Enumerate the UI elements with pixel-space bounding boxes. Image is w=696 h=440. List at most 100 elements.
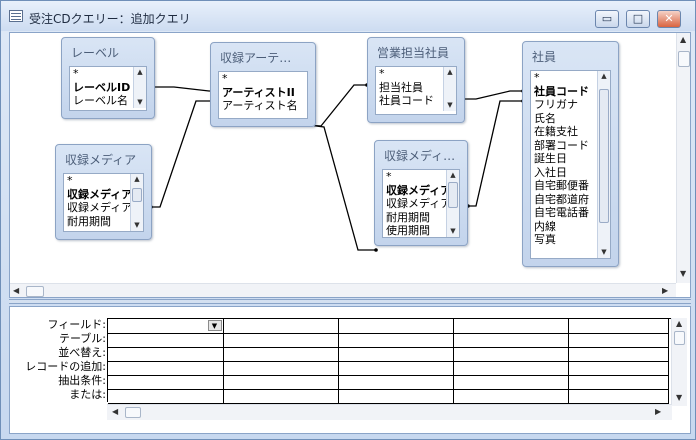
grid-cell[interactable]: [223, 389, 339, 404]
grid-cell[interactable]: [223, 333, 339, 348]
title-bar[interactable]: 受注CDクエリー：追加クエリ ▭ □ ✕: [1, 1, 695, 31]
grid-cell-field[interactable]: ▼: [108, 319, 224, 334]
field-item[interactable]: *: [219, 72, 307, 86]
scroll-thumb[interactable]: [448, 182, 458, 208]
grid-row-sort: [108, 347, 669, 362]
grid-cell-field[interactable]: [453, 319, 569, 334]
table-artist-title[interactable]: 収録アーテ…: [211, 43, 315, 69]
grid-cell-field[interactable]: [223, 319, 339, 334]
scroll-thumb[interactable]: [674, 331, 685, 345]
table-media-right-title[interactable]: 収録メディ…: [375, 141, 467, 167]
field-item[interactable]: アーティスト名: [219, 99, 307, 113]
grid-cell[interactable]: [453, 333, 569, 348]
scroll-thumb[interactable]: [26, 286, 44, 297]
grid-cell-field[interactable]: [338, 319, 454, 334]
field-list-scrollbar[interactable]: ▲ ▼: [597, 71, 610, 258]
field-item-primary-key[interactable]: アーティストII: [219, 86, 307, 100]
minimize-button[interactable]: ▭: [595, 10, 619, 28]
scroll-down-arrow-icon[interactable]: ▼: [447, 226, 459, 237]
scroll-down-arrow-icon[interactable]: ▼: [134, 97, 146, 108]
design-grid-pane[interactable]: フィールド: テーブル: 並べ替え: レコードの追加: 抽出条件: または: ▼: [9, 306, 691, 434]
table-media-left-field-list[interactable]: * 収録メディア 収録メディア 耐用期間 ▲ ▼: [63, 173, 144, 232]
maximize-button[interactable]: □: [626, 10, 650, 28]
scroll-up-arrow-icon[interactable]: ▲: [676, 319, 682, 328]
grid-vertical-scrollbar[interactable]: ▲ ▼: [671, 318, 687, 406]
scroll-left-arrow-icon[interactable]: ◀: [112, 407, 118, 416]
grid-cell[interactable]: [338, 347, 454, 362]
close-button[interactable]: ✕: [657, 10, 681, 28]
grid-cell[interactable]: [108, 333, 224, 348]
pane-splitter[interactable]: [9, 299, 691, 304]
table-sales-staff-title[interactable]: 営業担当社員: [368, 38, 464, 64]
grid-cell[interactable]: [568, 333, 669, 348]
table-media-right-field-list[interactable]: * 収録メディア 収録メディア 耐用期間 使用期間 ▲ ▼: [382, 169, 460, 238]
table-sales-staff-field-list[interactable]: * 担当社員 社員コード ▲ ▼: [375, 66, 457, 115]
field-list-scrollbar[interactable]: ▲ ▼: [443, 67, 456, 111]
grid-horizontal-scrollbar[interactable]: ◀ ▶: [107, 404, 672, 420]
table-artist[interactable]: 収録アーテ… * アーティストII アーティスト名: [210, 42, 316, 127]
grid-cell[interactable]: [223, 347, 339, 362]
scroll-up-arrow-icon[interactable]: ▲: [131, 174, 143, 185]
scroll-up-arrow-icon[interactable]: ▲: [447, 170, 459, 181]
grid-cell[interactable]: [453, 389, 569, 404]
field-list-scrollbar[interactable]: ▲ ▼: [133, 67, 146, 108]
table-pane-vertical-scrollbar[interactable]: ▲ ▼: [676, 33, 690, 283]
grid-cell[interactable]: [568, 375, 669, 390]
scroll-thumb[interactable]: [132, 188, 142, 202]
scroll-up-arrow-icon[interactable]: ▲: [134, 67, 146, 78]
scroll-right-arrow-icon[interactable]: ▶: [662, 286, 668, 295]
grid-cell[interactable]: [453, 375, 569, 390]
table-pane[interactable]: レーベル * レーベルID レーベル名 ▲ ▼ 収録メディア * 収録メディア …: [9, 32, 691, 298]
grid-cell-field[interactable]: [568, 319, 669, 334]
grid-cell[interactable]: [338, 375, 454, 390]
grid-cell[interactable]: [108, 389, 224, 404]
grid-row-table: [108, 333, 669, 348]
grid-cell[interactable]: [338, 361, 454, 376]
design-grid[interactable]: ▼: [107, 318, 672, 404]
scroll-thumb[interactable]: [599, 89, 609, 223]
scroll-thumb[interactable]: [678, 51, 690, 67]
scroll-right-arrow-icon[interactable]: ▶: [655, 407, 661, 416]
join-line-media-employee: [468, 100, 523, 207]
grid-cell[interactable]: [568, 361, 669, 376]
grid-cell[interactable]: [108, 361, 224, 376]
table-media-left[interactable]: 収録メディア * 収録メディア 収録メディア 耐用期間 ▲ ▼: [55, 144, 152, 240]
scroll-up-arrow-icon[interactable]: ▲: [598, 71, 610, 82]
grid-cell[interactable]: [568, 347, 669, 362]
scroll-down-arrow-icon[interactable]: ▼: [131, 220, 143, 231]
field-list-scrollbar[interactable]: ▲ ▼: [446, 170, 459, 237]
field-list-scrollbar[interactable]: ▲ ▼: [130, 174, 143, 231]
scroll-up-arrow-icon[interactable]: ▲: [444, 67, 456, 78]
scroll-left-arrow-icon[interactable]: ◀: [13, 286, 19, 295]
grid-cell[interactable]: [108, 375, 224, 390]
table-artist-field-list[interactable]: * アーティストII アーティスト名: [218, 71, 308, 119]
chevron-down-icon[interactable]: ▼: [207, 320, 222, 331]
grid-cell[interactable]: [108, 347, 224, 362]
grid-cell[interactable]: [338, 333, 454, 348]
grid-cell[interactable]: [453, 361, 569, 376]
join-line-level-artist: [151, 86, 219, 92]
scroll-down-arrow-icon[interactable]: ▼: [598, 247, 610, 258]
row-label-table: テーブル:: [58, 332, 106, 345]
grid-cell[interactable]: [568, 389, 669, 404]
scroll-down-arrow-icon[interactable]: ▼: [676, 393, 682, 402]
scroll-up-arrow-icon[interactable]: ▲: [680, 35, 686, 44]
table-media-left-title[interactable]: 収録メディア: [56, 145, 151, 171]
grid-cell[interactable]: [223, 361, 339, 376]
join-line-artist-sales: [307, 84, 367, 127]
scroll-thumb[interactable]: [125, 407, 141, 418]
table-level[interactable]: レーベル * レーベルID レーベル名 ▲ ▼: [61, 37, 155, 119]
table-level-field-list[interactable]: * レーベルID レーベル名 ▲ ▼: [69, 66, 147, 111]
grid-cell[interactable]: [223, 375, 339, 390]
table-employee-field-list[interactable]: * 社員コード フリガナ 氏名 在籍支社 部署コード 誕生日 入社日 自宅郵便番…: [530, 70, 611, 259]
table-media-right[interactable]: 収録メディ… * 収録メディア 収録メディア 耐用期間 使用期間 ▲ ▼: [374, 140, 468, 246]
table-employee[interactable]: 社員 * 社員コード フリガナ 氏名 在籍支社 部署コード 誕生日 入社日 自宅…: [522, 41, 619, 267]
grid-cell[interactable]: [453, 347, 569, 362]
table-level-title[interactable]: レーベル: [62, 38, 154, 64]
table-pane-horizontal-scrollbar[interactable]: ◀ ▶: [10, 283, 676, 297]
table-sales-staff[interactable]: 営業担当社員 * 担当社員 社員コード ▲ ▼: [367, 37, 465, 123]
scroll-down-arrow-icon[interactable]: ▼: [444, 100, 456, 111]
table-employee-title[interactable]: 社員: [523, 42, 618, 68]
grid-cell[interactable]: [338, 389, 454, 404]
scroll-down-arrow-icon[interactable]: ▼: [680, 269, 686, 278]
